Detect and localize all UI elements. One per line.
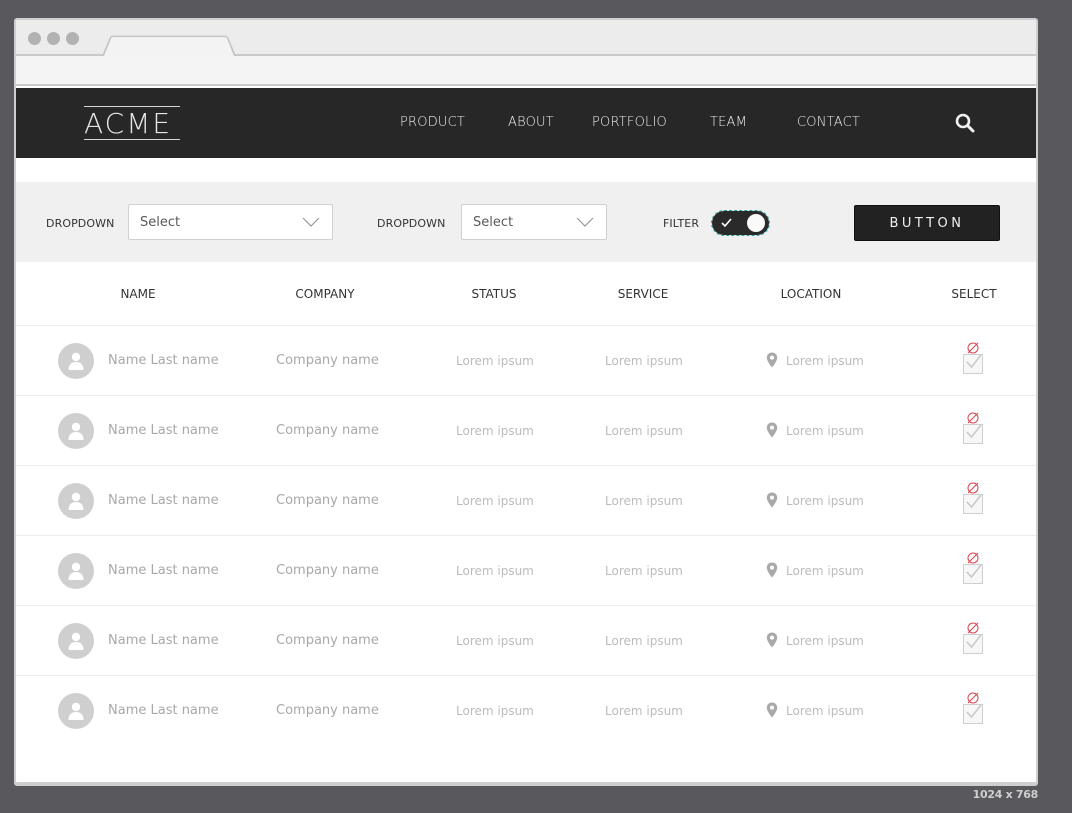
row-company: Company name xyxy=(276,493,379,508)
row-service: Lorem ipsum xyxy=(605,424,683,438)
column-header-location[interactable]: LOCATION xyxy=(781,287,842,301)
row-company: Company name xyxy=(276,633,379,648)
browser-window: ACME PRODUCT ABOUT PORTFOLIO TEAM CONTAC… xyxy=(14,18,1038,786)
location-pin-icon xyxy=(766,492,778,508)
top-navbar: ACME PRODUCT ABOUT PORTFOLIO TEAM CONTAC… xyxy=(16,88,1036,158)
column-header-select[interactable]: SELECT xyxy=(951,287,996,301)
row-status: Lorem ipsum xyxy=(456,354,534,368)
search-icon[interactable] xyxy=(954,112,976,134)
row-status: Lorem ipsum xyxy=(456,634,534,648)
browser-tab[interactable] xyxy=(102,35,236,56)
user-icon xyxy=(68,562,84,580)
row-name: Name Last name xyxy=(108,353,219,368)
table-row[interactable]: Name Last name Company name Lorem ipsum Lor… xyxy=(16,536,1036,606)
row-location: Lorem ipsum xyxy=(786,704,864,718)
table-row[interactable]: Name Last name Company name Lorem ipsum Lor… xyxy=(16,396,1036,466)
row-location: Lorem ipsum xyxy=(786,494,864,508)
row-location: Lorem ipsum xyxy=(786,564,864,578)
select-checkbox-icon[interactable] xyxy=(961,482,985,516)
dropdown-1-label: DROPDOWN xyxy=(46,217,115,230)
avatar xyxy=(58,553,94,589)
primary-button[interactable]: BUTTON xyxy=(854,205,1000,241)
select-checkbox-icon[interactable] xyxy=(961,622,985,656)
row-status: Lorem ipsum xyxy=(456,494,534,508)
location-pin-icon xyxy=(766,632,778,648)
avatar xyxy=(58,623,94,659)
dropdown-2-value: Select xyxy=(473,215,514,230)
location-pin-icon xyxy=(766,422,778,438)
select-checkbox-icon[interactable] xyxy=(961,552,985,586)
acme-logo[interactable]: ACME xyxy=(84,106,180,140)
row-company: Company name xyxy=(276,353,379,368)
column-header-status[interactable]: STATUS xyxy=(471,287,516,301)
select-checkbox-icon[interactable] xyxy=(961,412,985,446)
user-icon xyxy=(68,422,84,440)
row-name: Name Last name xyxy=(108,563,219,578)
row-name: Name Last name xyxy=(108,703,219,718)
user-icon xyxy=(68,702,84,720)
row-location: Lorem ipsum xyxy=(786,424,864,438)
avatar xyxy=(58,693,94,729)
nav-item-portfolio[interactable]: PORTFOLIO xyxy=(592,115,667,130)
column-header-name[interactable]: NAME xyxy=(120,287,155,301)
location-pin-icon xyxy=(766,702,778,718)
browser-titlebar xyxy=(16,20,1036,56)
table-row[interactable]: Name Last name Company name Lorem ipsum Lor… xyxy=(16,466,1036,536)
table-row[interactable]: Name Last name Company name Lorem ipsum Lor… xyxy=(16,606,1036,676)
avatar xyxy=(58,343,94,379)
chevron-down-icon xyxy=(302,217,320,227)
dropdown-2-label: DROPDOWN xyxy=(377,217,446,230)
dropdown-1-value: Select xyxy=(140,215,181,230)
table-row[interactable]: Name Last name Company name Lorem ipsum Lor… xyxy=(16,326,1036,396)
user-icon xyxy=(68,632,84,650)
nav-item-product[interactable]: PRODUCT xyxy=(400,115,465,130)
window-minimize-dot[interactable] xyxy=(47,32,60,45)
window-close-dot[interactable] xyxy=(28,32,41,45)
chevron-down-icon xyxy=(576,217,594,227)
toggle-knob xyxy=(747,214,765,232)
nav-item-team[interactable]: TEAM xyxy=(710,115,747,130)
row-name: Name Last name xyxy=(108,493,219,508)
row-company: Company name xyxy=(276,423,379,438)
nav-item-about[interactable]: ABOUT xyxy=(508,115,554,130)
select-checkbox-icon[interactable] xyxy=(961,342,985,376)
filter-toggle[interactable] xyxy=(711,210,770,236)
user-icon xyxy=(68,352,84,370)
dropdown-2-select[interactable]: Select xyxy=(461,204,607,240)
nav-item-contact[interactable]: CONTACT xyxy=(797,115,860,130)
row-company: Company name xyxy=(276,563,379,578)
row-status: Lorem ipsum xyxy=(456,424,534,438)
window-maximize-dot[interactable] xyxy=(66,32,79,45)
avatar xyxy=(58,413,94,449)
canvas-size-label: 1024 x 768 xyxy=(972,788,1039,801)
row-status: Lorem ipsum xyxy=(456,704,534,718)
row-location: Lorem ipsum xyxy=(786,634,864,648)
row-service: Lorem ipsum xyxy=(605,354,683,368)
row-service: Lorem ipsum xyxy=(605,634,683,648)
filter-label: FILTER xyxy=(663,217,700,230)
table-header: NAME COMPANY STATUS SERVICE LOCATION SEL… xyxy=(16,262,1036,326)
row-name: Name Last name xyxy=(108,633,219,648)
dropdown-1-select[interactable]: Select xyxy=(128,204,333,240)
browser-bottom-border xyxy=(16,782,1036,784)
check-icon xyxy=(721,218,732,228)
location-pin-icon xyxy=(766,562,778,578)
browser-address-bar[interactable] xyxy=(16,56,1036,86)
location-pin-icon xyxy=(766,352,778,368)
avatar xyxy=(58,483,94,519)
row-service: Lorem ipsum xyxy=(605,704,683,718)
column-header-company[interactable]: COMPANY xyxy=(295,287,354,301)
select-checkbox-icon[interactable] xyxy=(961,692,985,726)
column-header-service[interactable]: SERVICE xyxy=(618,287,669,301)
user-icon xyxy=(68,492,84,510)
row-location: Lorem ipsum xyxy=(786,354,864,368)
row-company: Company name xyxy=(276,703,379,718)
table-row[interactable]: Name Last name Company name Lorem ipsum Lor… xyxy=(16,676,1036,746)
row-status: Lorem ipsum xyxy=(456,564,534,578)
row-name: Name Last name xyxy=(108,423,219,438)
row-service: Lorem ipsum xyxy=(605,564,683,578)
row-service: Lorem ipsum xyxy=(605,494,683,508)
